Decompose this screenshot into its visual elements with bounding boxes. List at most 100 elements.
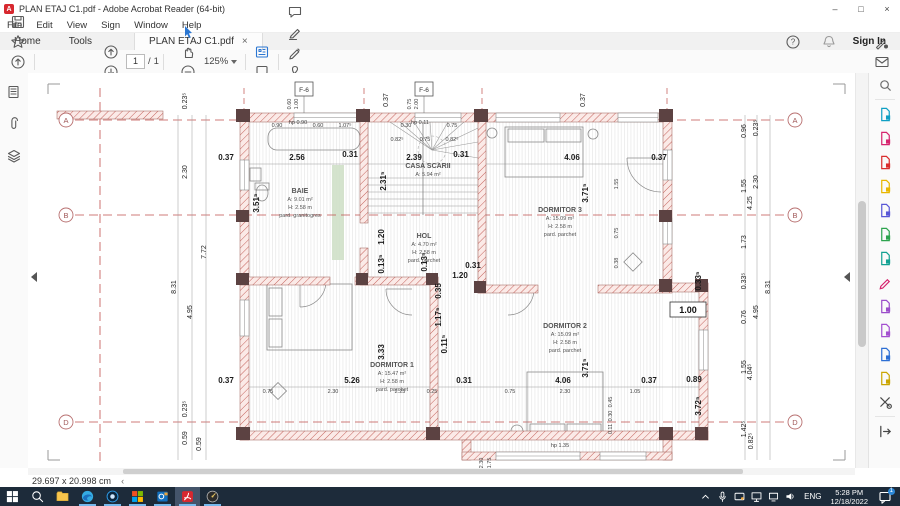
edit-pdf-tool-icon[interactable]: [869, 126, 900, 150]
fill-sign-tool-icon[interactable]: [869, 270, 900, 294]
document-canvas[interactable]: F-6F-62.560.312.390.314.060.370.370.375.…: [28, 73, 855, 468]
svg-text:2.30: 2.30: [753, 175, 760, 189]
gauge-app[interactable]: [200, 487, 225, 506]
svg-text:0.60: 0.60: [313, 123, 324, 129]
menu-item-window[interactable]: Window: [127, 20, 175, 31]
menu-item-edit[interactable]: Edit: [29, 20, 59, 31]
combine-files-tool-icon[interactable]: [869, 198, 900, 222]
start-button[interactable]: [0, 487, 25, 506]
svg-text:0.59: 0.59: [182, 431, 189, 445]
chevron-up-icon[interactable]: [697, 487, 714, 506]
page-dimensions-label: 29.697 x 20.998 cm: [32, 476, 111, 486]
svg-text:0.30: 0.30: [608, 411, 614, 422]
svg-text:1.20: 1.20: [377, 229, 386, 245]
page-number-input[interactable]: 1: [126, 54, 145, 69]
blue-circle-app[interactable]: [100, 487, 125, 506]
svg-text:B: B: [63, 211, 68, 220]
outlook[interactable]: [150, 487, 175, 506]
language-indicator[interactable]: ENG: [801, 492, 824, 501]
page-up-icon[interactable]: [99, 42, 123, 62]
request-signatures-tool-icon[interactable]: [869, 294, 900, 318]
svg-text:2.39: 2.39: [406, 153, 422, 162]
taskbar-search[interactable]: [25, 487, 50, 506]
close-button[interactable]: ×: [874, 0, 900, 18]
edge-browser[interactable]: [75, 487, 100, 506]
clock[interactable]: 5:28 PM 12/18/2022: [826, 488, 872, 506]
svg-text:D: D: [63, 418, 69, 427]
vertical-scrollbar[interactable]: [855, 73, 869, 468]
volume-icon[interactable]: [782, 487, 799, 506]
toolbar: 1 / 1 125%: [0, 50, 900, 74]
layers-icon[interactable]: [0, 143, 28, 169]
comment-icon[interactable]: [283, 2, 307, 22]
svg-text:7.72: 7.72: [201, 245, 208, 259]
select-tool-icon[interactable]: [176, 22, 200, 42]
export-pdf-tool-icon[interactable]: [869, 102, 900, 126]
hand-tool-icon[interactable]: [176, 42, 200, 62]
organize-pages-tool-icon[interactable]: [869, 222, 900, 246]
create-pdf-tool-icon[interactable]: [869, 150, 900, 174]
right-pane-collapse-arrow[interactable]: [844, 272, 850, 282]
share-icon[interactable]: [6, 52, 30, 72]
maximize-button[interactable]: □: [848, 0, 874, 18]
star-icon[interactable]: [6, 32, 30, 52]
page-view-icon[interactable]: [250, 42, 274, 62]
svg-text:0.23⁵: 0.23⁵: [182, 93, 189, 110]
svg-text:0.37: 0.37: [641, 376, 657, 385]
svg-text:DORMITOR 3: DORMITOR 3: [538, 207, 582, 214]
office-hub[interactable]: [125, 487, 150, 506]
scan-ocr-tool-icon[interactable]: [869, 246, 900, 270]
file-explorer[interactable]: [50, 487, 75, 506]
open-tools-pane-icon[interactable]: [869, 419, 900, 443]
comment-tool-icon[interactable]: [869, 174, 900, 198]
menu-item-view[interactable]: View: [60, 20, 94, 31]
horizontal-scrollbar-thumb[interactable]: [123, 469, 743, 474]
tab-close-icon[interactable]: ×: [242, 36, 248, 47]
minimize-button[interactable]: –: [822, 0, 848, 18]
svg-text:3.72⁵: 3.72⁵: [694, 396, 703, 416]
floor-plan-drawing: F-6F-62.560.312.390.314.060.370.370.375.…: [28, 73, 855, 468]
highlight-icon[interactable]: [283, 22, 307, 42]
notification-badge: 1: [888, 488, 895, 495]
zoom-level[interactable]: 125%: [204, 56, 228, 67]
sign-pen-icon[interactable]: [283, 42, 307, 62]
vertical-scrollbar-thumb[interactable]: [858, 201, 866, 347]
svg-text:0.75: 0.75: [263, 389, 274, 395]
meet-now-icon[interactable]: [731, 487, 748, 506]
svg-text:A: A: [63, 116, 68, 125]
svg-text:F-6: F-6: [299, 87, 309, 94]
send-track-tool-icon[interactable]: [869, 318, 900, 342]
svg-text:A: 4.70 m²: A: 4.70 m²: [411, 242, 437, 248]
acrobat-reader[interactable]: [175, 487, 200, 506]
svg-text:2.30: 2.30: [560, 389, 571, 395]
customize-tool-icon[interactable]: [869, 390, 900, 414]
scroll-left-arrow[interactable]: ‹: [121, 476, 124, 486]
date-label: 12/18/2022: [830, 497, 868, 506]
attachments-icon[interactable]: [0, 111, 28, 137]
svg-text:2.00: 2.00: [414, 99, 420, 110]
share-pen-icon[interactable]: [870, 32, 894, 52]
tab-bar: Home Tools PLAN ETAJ C1.pdf × ? Sign In: [0, 33, 900, 50]
help-icon[interactable]: ?: [781, 32, 805, 52]
save-icon[interactable]: [6, 12, 30, 32]
bell-icon[interactable]: [817, 32, 841, 52]
search-tool-icon[interactable]: [869, 73, 900, 97]
zoom-caret-icon[interactable]: [231, 60, 237, 64]
menu-item-sign[interactable]: Sign: [94, 20, 127, 31]
svg-text:0.33⁵: 0.33⁵: [741, 273, 748, 290]
left-pane-collapse-arrow[interactable]: [31, 272, 37, 282]
svg-text:0.38: 0.38: [614, 258, 620, 269]
horizontal-scrollbar[interactable]: [28, 468, 855, 475]
certificates-tool-icon[interactable]: [869, 342, 900, 366]
monitor-icon[interactable]: [765, 487, 782, 506]
svg-text:A: 9.01 m²: A: 9.01 m²: [287, 197, 313, 203]
mail-icon[interactable]: [870, 52, 894, 72]
mic-icon[interactable]: [714, 487, 731, 506]
action-center-button[interactable]: 1: [874, 487, 896, 506]
page-thumbnails-icon[interactable]: [0, 79, 28, 105]
svg-text:CASA SCARII: CASA SCARII: [405, 163, 450, 170]
protect-tool-icon[interactable]: [869, 366, 900, 390]
page-total: 1: [154, 56, 159, 67]
svg-text:8.31: 8.31: [765, 280, 772, 294]
network-icon[interactable]: [748, 487, 765, 506]
